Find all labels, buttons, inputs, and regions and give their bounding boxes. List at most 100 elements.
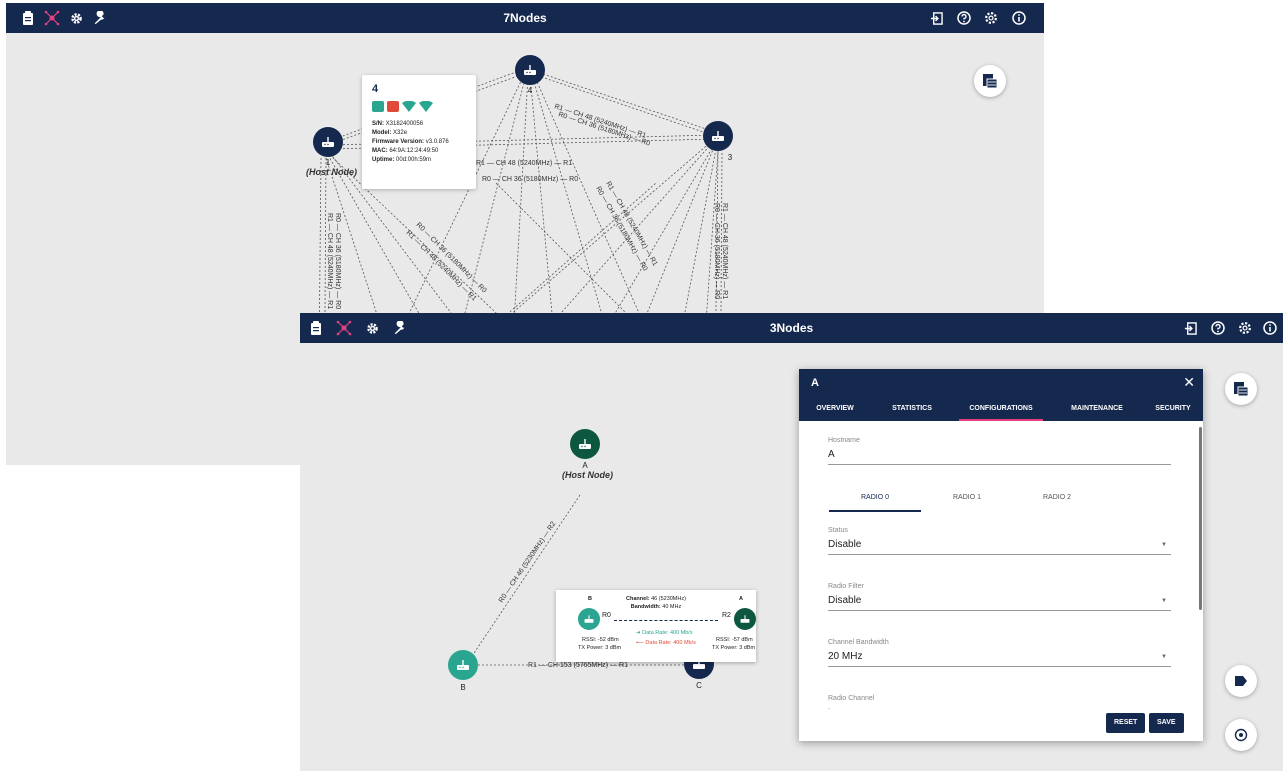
tab-statistics[interactable]: STATISTICS — [881, 397, 943, 421]
wrench-icon[interactable] — [392, 320, 408, 336]
settings-icon[interactable] — [1237, 320, 1253, 336]
gear-icon[interactable] — [364, 320, 380, 336]
wrench-icon[interactable] — [92, 10, 108, 26]
mesh-node-b[interactable] — [448, 650, 478, 680]
tooltip-title: 4 — [372, 83, 379, 95]
tab-radio-1[interactable]: RADIO 1 — [921, 494, 1013, 512]
logout-icon[interactable] — [1182, 320, 1198, 336]
tab-security[interactable]: SECURITY — [1145, 397, 1201, 421]
status-select[interactable]: Disable ▼ — [828, 539, 1171, 555]
dropdown-icon: ▼ — [1161, 654, 1167, 660]
locate-button[interactable] — [1225, 719, 1257, 751]
channel-bandwidth-select[interactable]: 20 MHz ▼ — [828, 651, 1171, 667]
table-icon — [1234, 382, 1249, 397]
dialog-title: A — [811, 377, 819, 389]
tab-maintenance[interactable]: MAINTENANCE — [1059, 397, 1135, 421]
left-tx-power: TX Power: 3 dBm — [578, 645, 622, 651]
router-icon — [740, 615, 750, 623]
tab-configurations[interactable]: CONFIGURATIONS — [959, 397, 1043, 421]
link-label: R1 — CH 48 (5240MHz) — R1 — [721, 203, 728, 299]
mesh-node-4[interactable] — [515, 55, 545, 85]
tab-radio-2[interactable]: RADIO 2 — [1011, 494, 1103, 512]
right-radio: R2 — [722, 612, 731, 619]
link-label: R1 — CH 48 (5240MHz) — R1 — [604, 181, 658, 268]
node-settings-dialog: A ✕ OVERVIEW STATISTICS CONFIGURATIONS M… — [799, 369, 1203, 741]
wifi-icon — [402, 101, 416, 112]
model-row: Model: X32e — [372, 130, 408, 136]
channel-row: Channel: 46 (5230MHz) — [626, 596, 686, 602]
right-rssi: RSSI: -57 dBm — [716, 637, 753, 643]
ethernet-icon — [372, 101, 384, 112]
radio-filter-select[interactable]: Disable ▼ — [828, 595, 1171, 611]
host-node-label: (Host Node) — [306, 167, 357, 177]
settings-icon[interactable] — [983, 10, 999, 26]
status-label: Status — [828, 527, 848, 534]
link-label: R1 — CH 48 (5240MHz) — R1 — [476, 160, 572, 167]
info-icon[interactable] — [1262, 320, 1278, 336]
link-node-a[interactable] — [734, 608, 756, 630]
node-tooltip: 4 S/N: X3182400056 Model: X32e Firmware … — [362, 75, 476, 189]
window-title: 7Nodes — [503, 11, 547, 25]
close-icon[interactable]: ✕ — [1183, 374, 1195, 391]
left-radio: R0 — [602, 612, 611, 619]
tab-overview[interactable]: OVERVIEW — [809, 397, 861, 421]
router-icon — [584, 615, 594, 623]
router-icon — [524, 65, 536, 75]
topology-icon[interactable] — [44, 10, 60, 26]
link-node-b[interactable] — [578, 608, 600, 630]
firmware-row: Firmware Version: v3.0.876 — [372, 139, 449, 145]
logout-icon[interactable] — [928, 10, 944, 26]
mesh-node-1[interactable] — [313, 127, 343, 157]
hostname-label: Hostname — [828, 437, 860, 444]
router-icon — [579, 439, 591, 449]
hostname-input[interactable]: A — [828, 449, 1171, 465]
gear-icon[interactable] — [68, 10, 84, 26]
reset-button[interactable]: RESET — [1106, 713, 1146, 733]
clipboard-icon[interactable] — [20, 10, 36, 26]
node-label: B — [460, 683, 466, 692]
ethernet-icon — [387, 101, 399, 112]
radio-channel-select[interactable]: - — [828, 706, 1171, 712]
node-label: 3 — [727, 153, 733, 162]
link-detail-card: B A Channel: 46 (5230MHz) Bandwidth: 40 … — [556, 590, 756, 662]
dialog-header: A ✕ — [799, 369, 1203, 397]
node-label: C — [696, 681, 702, 690]
mac-row: MAC: 64:9A:12:24:49:50 — [372, 148, 439, 154]
node-label: A — [582, 461, 588, 470]
link-label: R1 — CH 153 (5765MHz) — R1 — [528, 662, 628, 669]
router-icon — [322, 137, 334, 147]
topology-icon[interactable] — [336, 320, 352, 336]
tab-radio-0[interactable]: RADIO 0 — [829, 494, 921, 512]
info-icon[interactable] — [1011, 10, 1027, 26]
channel-bandwidth-label: Channel Bandwidth — [828, 639, 889, 646]
link-line — [614, 620, 718, 621]
clipboard-icon[interactable] — [308, 320, 324, 336]
top-bar: 3Nodes — [300, 313, 1283, 343]
link-label: R0 — CH 36 (5180MHz) — R0 — [713, 203, 720, 299]
link-label: R0 — CH 36 (5180MHz) — R0 — [415, 221, 488, 294]
wifi-icon — [419, 101, 433, 112]
radio-filter-label: Radio Filter — [828, 583, 864, 590]
radio-channel-label: Radio Channel — [828, 695, 875, 702]
status-icons — [372, 101, 466, 112]
mesh-node-a[interactable] — [570, 429, 600, 459]
table-view-button[interactable] — [1225, 373, 1257, 405]
node-label: 1 — [325, 158, 331, 167]
dropdown-icon: ▼ — [1161, 542, 1167, 548]
save-button[interactable]: SAVE — [1149, 713, 1184, 733]
table-icon — [983, 74, 998, 89]
dropdown-icon: ▼ — [1161, 598, 1167, 604]
scrollbar[interactable] — [1199, 427, 1202, 610]
uptime-row: Uptime: 00d:00h:59m — [372, 157, 432, 163]
label-button[interactable] — [1225, 665, 1257, 697]
label-icon — [1235, 676, 1247, 686]
table-view-button[interactable] — [974, 65, 1006, 97]
router-icon — [457, 660, 469, 670]
link-label: R0 — CH 36 (5180MHz) — R0 — [334, 213, 341, 309]
right-tx-power: TX Power: 3 dBm — [712, 645, 756, 651]
help-icon[interactable] — [956, 10, 972, 26]
help-icon[interactable] — [1210, 320, 1226, 336]
dialog-tabs: OVERVIEW STATISTICS CONFIGURATIONS MAINT… — [799, 397, 1203, 421]
router-icon — [712, 131, 724, 141]
mesh-node-3[interactable] — [703, 121, 733, 151]
